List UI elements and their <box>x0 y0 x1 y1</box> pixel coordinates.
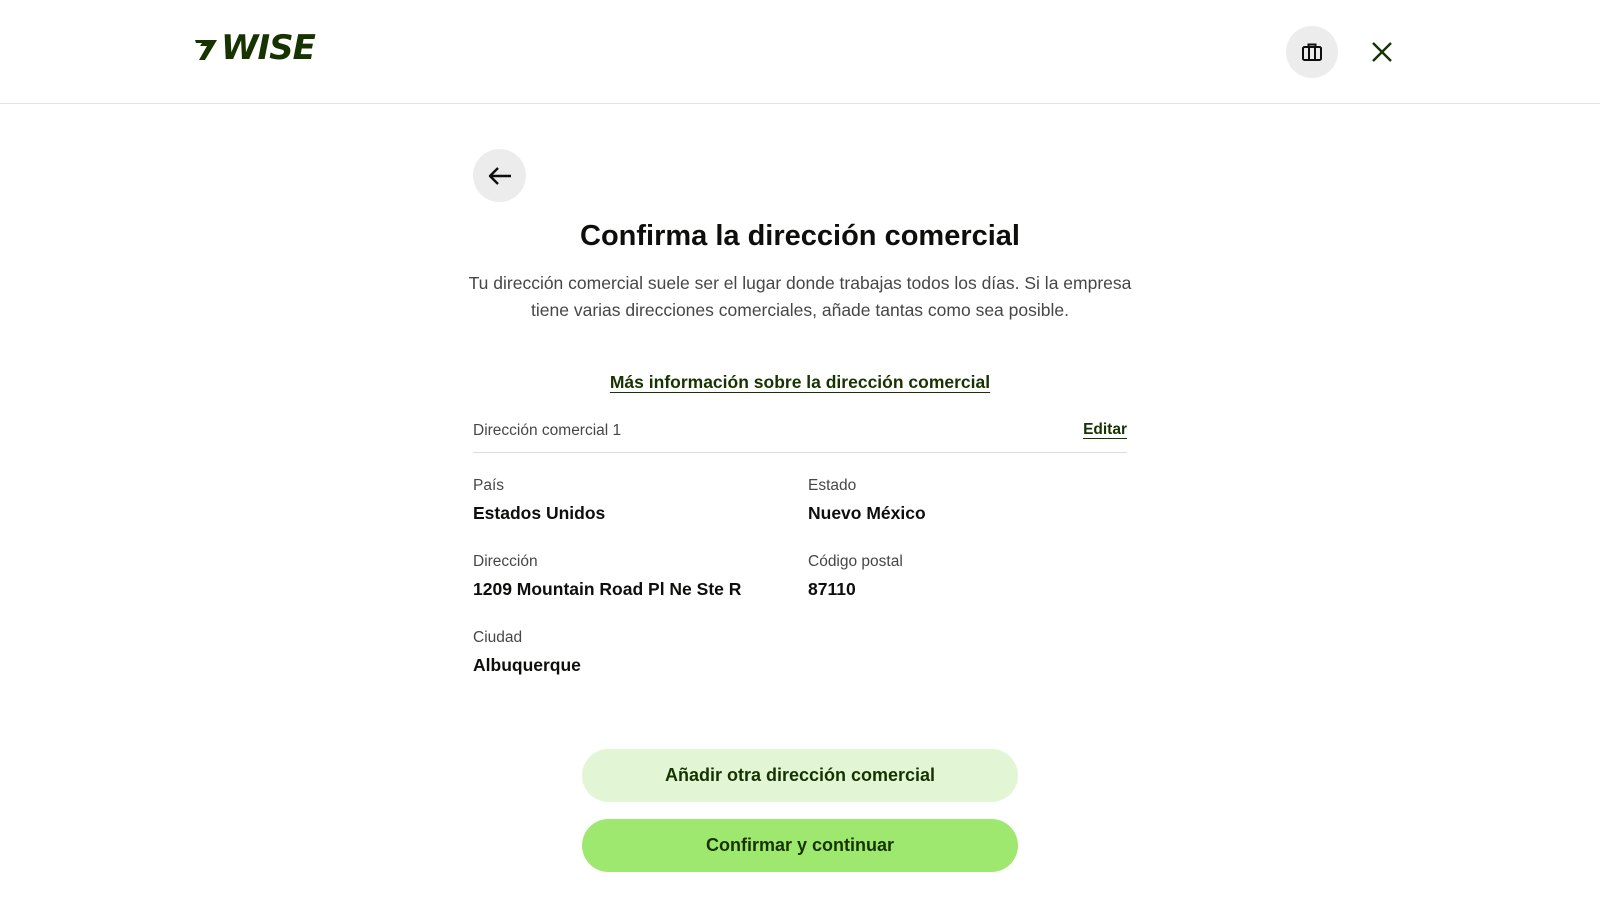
field-country: País Estados Unidos <box>473 476 605 525</box>
arrow-left-icon <box>488 166 511 185</box>
page-subtitle: Tu dirección comercial suele ser el luga… <box>468 273 1132 320</box>
close-icon <box>1372 42 1392 62</box>
field-value: Albuquerque <box>473 655 581 675</box>
field-value: 87110 <box>808 579 856 599</box>
field-value: 1209 Mountain Road Pl Ne Ste R <box>473 579 742 599</box>
field-label: Ciudad <box>473 629 523 646</box>
add-address-button[interactable]: Añadir otra dirección comercial <box>582 749 1018 802</box>
field-city: Ciudad Albuquerque <box>473 628 581 677</box>
page-title: Confirma la dirección comercial <box>580 220 1020 252</box>
close-button[interactable] <box>1362 32 1402 72</box>
field-label: Estado <box>808 477 857 494</box>
edit-address-link[interactable]: Editar <box>1083 421 1127 439</box>
info-link-container: Más información sobre la dirección comer… <box>400 372 1200 393</box>
field-label: Código postal <box>808 553 903 570</box>
field-street: Dirección 1209 Mountain Road Pl Ne Ste R <box>473 552 741 601</box>
field-value: Estados Unidos <box>473 503 606 523</box>
field-postal-code: Código postal 87110 <box>808 552 903 601</box>
logo-wordmark: WISE <box>221 28 316 68</box>
field-value: Nuevo México <box>808 503 926 523</box>
field-label: Dirección <box>473 553 538 570</box>
wise-flag-icon <box>195 40 217 60</box>
field-label: País <box>473 477 505 494</box>
briefcase-icon <box>1302 43 1322 61</box>
confirm-continue-button[interactable]: Confirmar y continuar <box>582 819 1018 872</box>
address-card-header: Dirección comercial 1 Editar <box>473 418 1127 453</box>
more-info-link[interactable]: Más información sobre la dirección comer… <box>610 372 990 392</box>
back-button[interactable] <box>473 149 526 202</box>
field-state: Estado Nuevo México <box>808 476 926 525</box>
address-card-title: Dirección comercial 1 <box>473 422 622 439</box>
top-header: WISE <box>0 0 1600 104</box>
wise-logo[interactable]: WISE <box>193 28 316 68</box>
business-account-button[interactable] <box>1286 26 1338 78</box>
